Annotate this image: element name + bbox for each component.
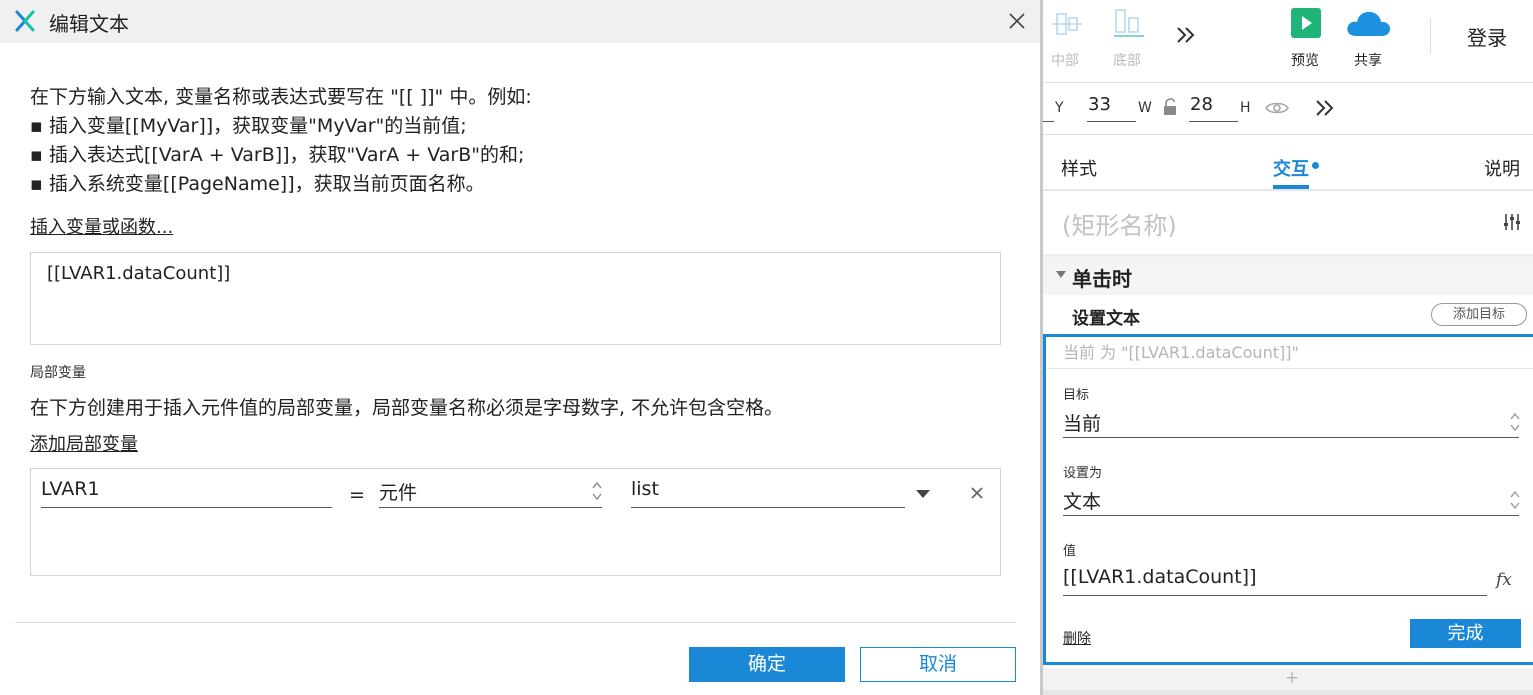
tab-notes[interactable]: 说明 xyxy=(1484,155,1520,181)
preview-play-icon[interactable] xyxy=(1290,8,1322,38)
align-bottom-icon[interactable] xyxy=(1112,8,1146,38)
coords-divider xyxy=(1043,134,1533,135)
event-label: 单击时 xyxy=(1072,267,1132,291)
double-chevron-right-icon[interactable] xyxy=(1174,24,1198,46)
w-value: 28 xyxy=(1190,94,1213,115)
w-label: W xyxy=(1138,100,1152,116)
visibility-eye-icon[interactable] xyxy=(1264,99,1290,117)
tab-interaction[interactable]: 交互 xyxy=(1273,155,1309,181)
fx-function-icon[interactable]: fx xyxy=(1496,570,1512,590)
y-value: 33 xyxy=(1088,94,1111,115)
local-variable-name: LVAR1 xyxy=(41,478,100,500)
value-label: 值 xyxy=(1063,544,1077,559)
dialog-titlebar xyxy=(0,0,1040,43)
login-button[interactable]: 登录 xyxy=(1467,22,1507,51)
edit-text-dialog: 编辑文本 在下方输入文本, 变量名称或表达式要写在 "[[ ]]" 中。例如: … xyxy=(0,0,1040,695)
stepper-icon xyxy=(1510,412,1520,432)
expression-textarea[interactable]: [[LVAR1.dataCount]] xyxy=(30,252,1001,345)
x-coordinate-field[interactable] xyxy=(1043,96,1054,122)
bottom-strip xyxy=(1043,690,1533,695)
tabs-divider xyxy=(1043,189,1533,191)
add-action-plus-icon[interactable]: + xyxy=(1285,668,1299,688)
collapse-caret-icon[interactable] xyxy=(1056,271,1066,278)
add-target-button[interactable]: 添加目标 xyxy=(1431,303,1527,326)
value-text: [[LVAR1.dataCount]] xyxy=(1063,566,1257,588)
add-local-variable-link[interactable]: 添加局部变量 xyxy=(30,430,138,456)
toolbar-divider xyxy=(1043,82,1533,83)
tab-indicator-dot xyxy=(1312,162,1319,169)
delete-action-link[interactable]: 删除 xyxy=(1063,628,1091,648)
tab-style[interactable]: 样式 xyxy=(1061,155,1097,181)
close-icon[interactable] xyxy=(1006,10,1028,32)
local-variables-heading: 局部变量 xyxy=(30,365,86,381)
remove-variable-icon[interactable] xyxy=(969,485,985,501)
target-label: 目标 xyxy=(1063,388,1090,403)
settings-sliders-icon[interactable] xyxy=(1502,212,1522,232)
action-label: 设置文本 xyxy=(1072,309,1140,329)
dropdown-arrow-icon[interactable] xyxy=(916,490,930,498)
set-to-value: 文本 xyxy=(1063,491,1102,513)
instruction-line: ▪ 插入表达式[[VarA + VarB]]，获取"VarA + VarB"的和… xyxy=(30,144,525,166)
preview-label: 预览 xyxy=(1291,53,1319,69)
action-summary: 当前 为 "[[LVAR1.dataCount]]" xyxy=(1063,343,1299,362)
align-middle-label: 中部 xyxy=(1051,53,1079,69)
local-variable-target: list xyxy=(631,478,659,500)
share-label: 共享 xyxy=(1354,53,1382,69)
expression-text: [[LVAR1.dataCount]] xyxy=(47,263,231,284)
align-bottom-label: 底部 xyxy=(1113,53,1141,69)
lock-ratio-icon[interactable] xyxy=(1163,98,1177,116)
share-cloud-icon[interactable] xyxy=(1345,8,1393,40)
summary-divider xyxy=(1046,368,1533,369)
done-button[interactable]: 完成 xyxy=(1410,619,1521,648)
instruction-line: ▪ 插入变量[[MyVar]]，获取变量"MyVar"的当前值; xyxy=(30,115,467,137)
stepper-icon xyxy=(592,481,602,501)
ok-button[interactable]: 确定 xyxy=(689,647,845,682)
align-middle-icon[interactable] xyxy=(1050,10,1084,38)
local-variable-type: 元件 xyxy=(379,482,418,504)
target-value: 当前 xyxy=(1063,413,1102,435)
y-input[interactable]: 33 xyxy=(1087,94,1136,122)
set-to-label: 设置为 xyxy=(1063,466,1103,481)
axure-logo-icon xyxy=(15,10,35,32)
equals-sign: = xyxy=(349,484,365,506)
double-chevron-right-icon[interactable] xyxy=(1313,97,1337,119)
local-variable-target-input[interactable]: list xyxy=(631,478,905,508)
dialog-title: 编辑文本 xyxy=(49,12,129,36)
w-input[interactable]: 28 xyxy=(1189,94,1238,122)
instruction-line: ▪ 插入系统变量[[PageName]]，获取当前页面名称。 xyxy=(30,173,485,195)
stepper-icon xyxy=(1510,490,1520,510)
h-label: H xyxy=(1240,100,1251,116)
insert-variable-link[interactable]: 插入变量或函数... xyxy=(30,213,173,239)
y-label: Y xyxy=(1055,100,1064,116)
local-variables-description: 在下方创建用于插入元件值的局部变量，局部变量名称必须是字母数字, 不允许包含空格… xyxy=(30,397,784,419)
set-to-select[interactable]: 文本 xyxy=(1063,486,1520,516)
instruction-line: 在下方输入文本, 变量名称或表达式要写在 "[[ ]]" 中。例如: xyxy=(30,86,532,108)
local-variable-type-select[interactable]: 元件 xyxy=(379,478,602,508)
shape-name-input[interactable]: (矩形名称) xyxy=(1062,206,1177,241)
local-variable-name-input[interactable]: LVAR1 xyxy=(41,478,332,508)
target-select[interactable]: 当前 xyxy=(1063,408,1520,438)
value-input[interactable]: [[LVAR1.dataCount]] xyxy=(1063,564,1487,596)
dialog-footer-divider xyxy=(15,622,1016,623)
cancel-button[interactable]: 取消 xyxy=(860,647,1016,682)
toolbar-separator xyxy=(1430,18,1431,54)
